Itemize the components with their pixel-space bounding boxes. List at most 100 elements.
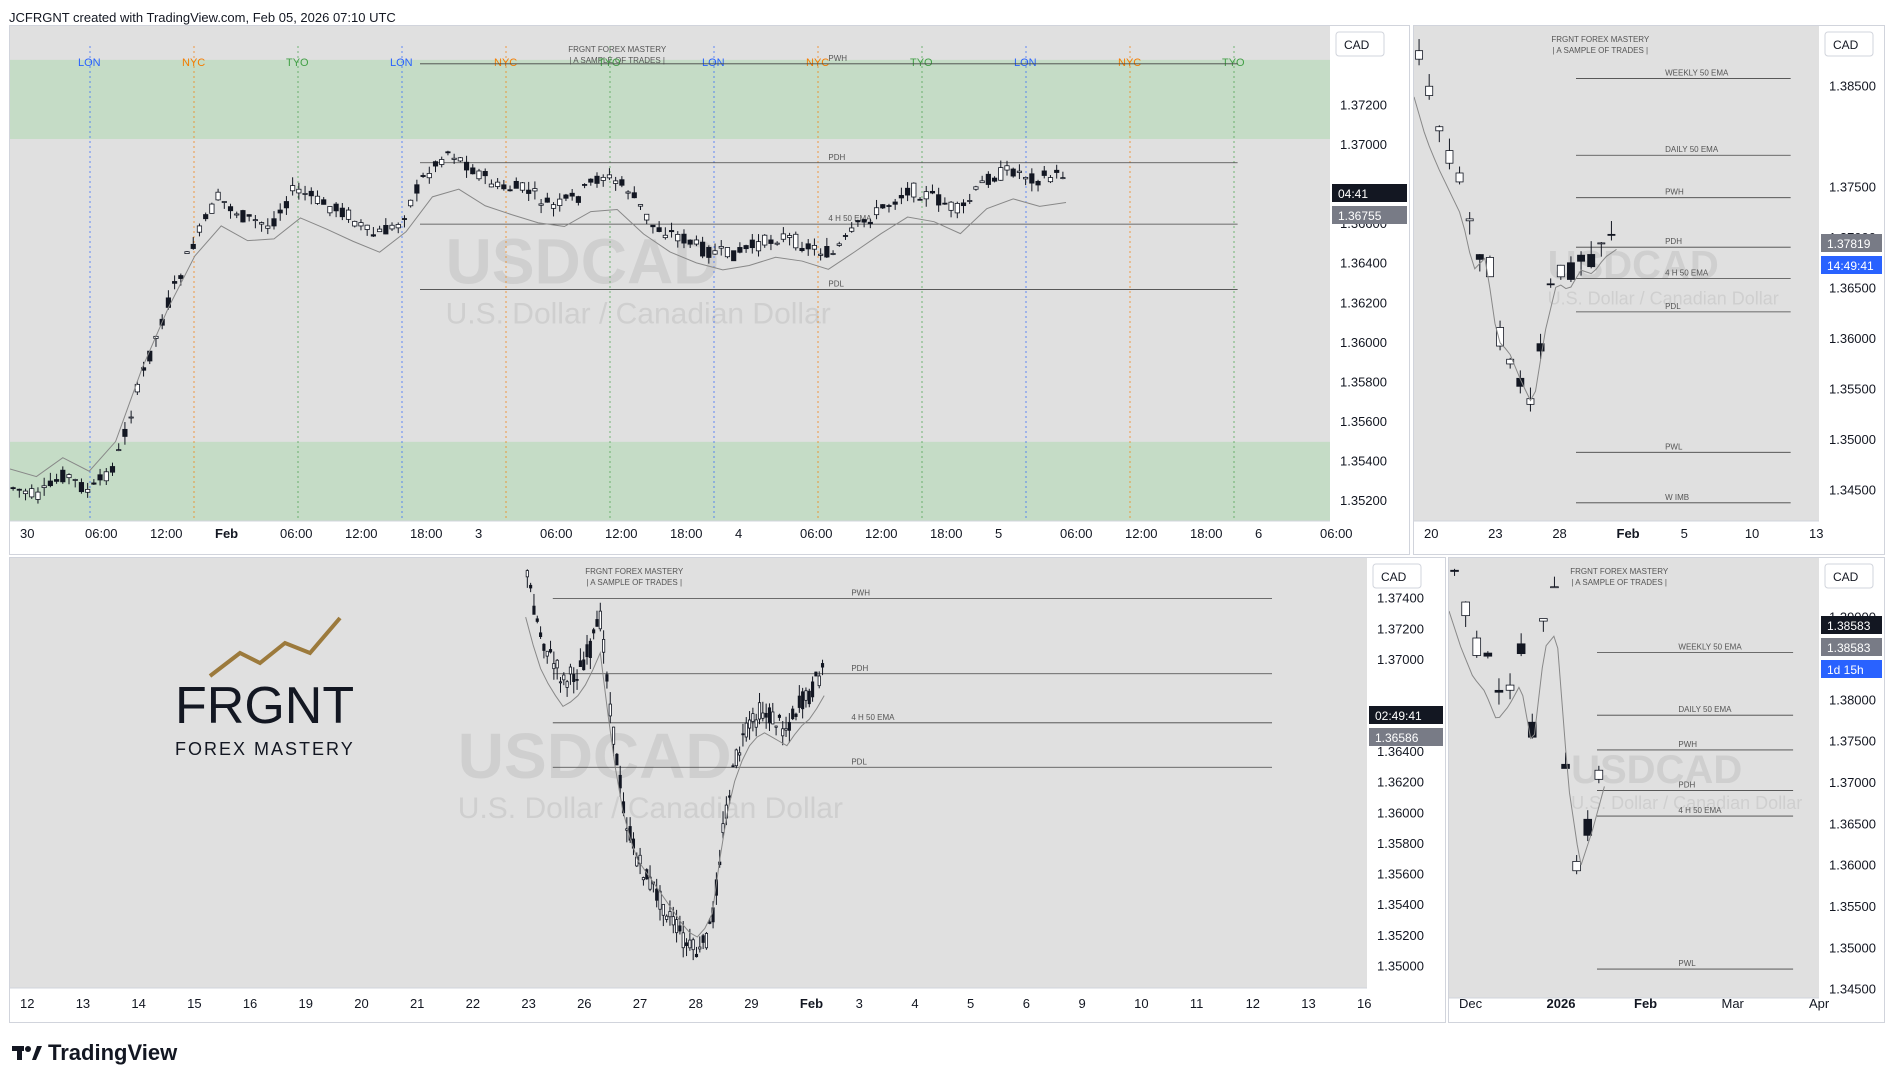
candle-body [290, 185, 296, 192]
x-tick-label: 20 [1424, 526, 1438, 541]
candle-body [748, 719, 752, 729]
candle-body [395, 224, 401, 229]
candle-body [364, 224, 370, 230]
y-tick-label: 1.37000 [1340, 137, 1387, 152]
session-label: TYO [910, 57, 933, 69]
candle-body [277, 209, 283, 214]
candle-body [252, 219, 258, 222]
candle-body [16, 488, 22, 491]
candle-body [1035, 180, 1041, 186]
candle-body [308, 190, 314, 197]
watermark-symbol: USDCAD [458, 720, 732, 792]
x-tick-label: Dec [1459, 996, 1483, 1011]
price-badge-label: 1.38583 [1827, 619, 1871, 633]
level-label: 4 H 50 EMA [1678, 806, 1722, 815]
candle-body [681, 932, 685, 949]
candle-body [501, 184, 507, 190]
candle-body [762, 234, 768, 246]
candle-body [1465, 218, 1474, 222]
x-tick-label: 18:00 [410, 526, 443, 541]
candle-body [539, 632, 543, 637]
tradingview-logo[interactable]: TradingView [12, 1040, 177, 1066]
candle-body [818, 253, 824, 256]
branding-subtitle: | A SAMPLE OF TRADES | [1553, 46, 1649, 55]
candle-body [1561, 763, 1570, 769]
y-tick-label: 1.36000 [1829, 331, 1876, 346]
candle-body [836, 243, 842, 246]
x-tick-label: 4 [735, 526, 742, 541]
chart-panel-intraday[interactable]: USDCAD U.S. Dollar / Canadian Dollar FRGNT… [9, 25, 1410, 555]
x-tick-label: 12 [1246, 996, 1260, 1011]
candle-body [923, 191, 929, 200]
x-tick-label: 4 [911, 996, 918, 1011]
x-tick-label: 15 [187, 996, 201, 1011]
candle-body [578, 660, 582, 667]
candle-body [905, 187, 911, 196]
candle-body [688, 939, 692, 949]
candle-body [694, 953, 699, 958]
candle-body [608, 703, 612, 717]
x-tick-label: 28 [1552, 526, 1566, 541]
x-tick-label: 12:00 [605, 526, 638, 541]
candle-body [1566, 262, 1575, 280]
candle-body [47, 480, 53, 487]
y-tick-label: 1.35500 [1829, 382, 1876, 397]
candle-body [619, 179, 625, 186]
x-tick-label: 19 [299, 996, 313, 1011]
candle-body [668, 911, 672, 918]
x-tick-label: 10 [1745, 526, 1759, 541]
y-tick-label: 1.34500 [1829, 483, 1876, 498]
candle-body [684, 942, 689, 947]
y-tick-label: 1.35500 [1829, 899, 1876, 914]
candle-body [1461, 601, 1470, 617]
y-tick-label: 1.35800 [1377, 836, 1424, 851]
candle-body [463, 161, 470, 171]
session-label: LON [702, 57, 725, 69]
price-badge-label: 14:49:41 [1827, 259, 1874, 273]
candle-body [886, 205, 892, 207]
candle-body [917, 198, 923, 201]
candle-body [1445, 150, 1454, 164]
candle-body [495, 181, 501, 187]
candle-body [612, 726, 616, 745]
candle-body [712, 250, 718, 255]
candle-body [1475, 254, 1484, 260]
y-tick-label: 1.37000 [1377, 652, 1424, 667]
candle-body [985, 173, 991, 185]
candle-body [787, 721, 791, 731]
session-label: TYO [1222, 57, 1245, 69]
chart-panel-weekly[interactable]: USDCAD U.S. Dollar / Canadian Dollar FRGNT… [1448, 557, 1885, 1023]
candle-body [147, 350, 153, 362]
candle-body [470, 167, 476, 175]
candle-body [631, 192, 637, 199]
candle-body [72, 479, 78, 481]
level-label: WEEKLY 50 EMA [1678, 642, 1742, 651]
candle-body [401, 218, 408, 220]
candle-body [751, 713, 755, 723]
chart-panel-hourly[interactable]: USDCAD U.S. Dollar / Canadian Dollar FRGNT… [9, 557, 1446, 1023]
candle-body [569, 192, 575, 197]
candle-body [358, 222, 364, 227]
x-tick-label: 2026 [1547, 996, 1576, 1011]
chart-daily-svg: USDCADU.S. Dollar / Canadian DollarFRGNT… [1414, 26, 1884, 554]
candle-body [215, 191, 221, 201]
y-tick-label: 1.35000 [1829, 940, 1876, 955]
candle-body [602, 638, 606, 653]
candle-body [122, 428, 128, 437]
candle-body [830, 253, 836, 255]
chart-panel-daily[interactable]: USDCAD U.S. Dollar / Canadian Dollar FRGNT… [1413, 25, 1885, 555]
candle-body [644, 213, 650, 221]
candle-body [780, 233, 786, 240]
x-tick-label: 26 [577, 996, 591, 1011]
x-tick-label: 20 [354, 996, 368, 1011]
candle-body [613, 180, 619, 184]
candle-body [814, 671, 818, 677]
candle-body [488, 183, 494, 188]
candle-body [794, 713, 798, 717]
y-tick-label: 1.35800 [1340, 374, 1387, 389]
candle-body [507, 189, 513, 192]
candle-body [1016, 170, 1022, 173]
candle-body [172, 281, 178, 284]
candle-body [432, 161, 439, 167]
currency-label: CAD [1344, 38, 1370, 52]
